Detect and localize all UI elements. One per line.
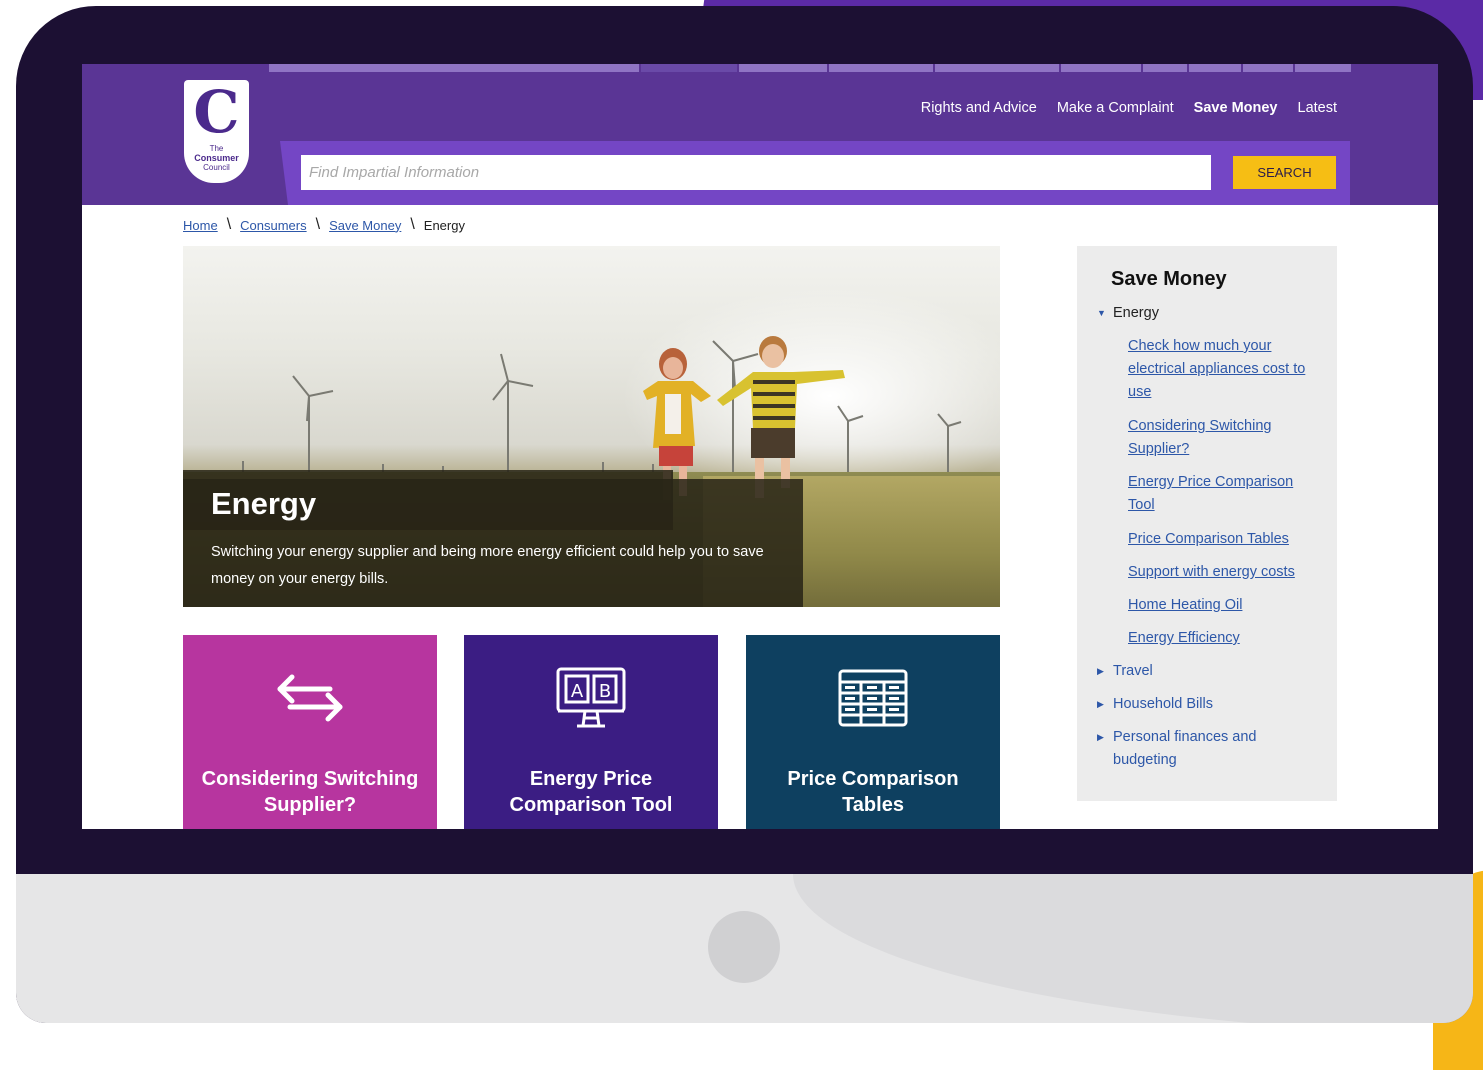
tile-label: Considering Switching Supplier? <box>201 768 419 816</box>
sidebar-link-home-heating-oil[interactable]: Home Heating Oil <box>1128 594 1318 617</box>
triangle-down-icon: ▼ <box>1097 308 1106 318</box>
sidebar-link-appliance-costs[interactable]: Check how much your electrical appliance… <box>1128 335 1318 404</box>
tile-considering-switching-supplier[interactable]: Considering Switching Supplier? <box>183 635 437 829</box>
logo-text-consumer: Consumer <box>194 153 239 163</box>
breadcrumb-separator: \ <box>315 216 321 233</box>
sidebar-link-support-energy-costs[interactable]: Support with energy costs <box>1128 561 1318 584</box>
breadcrumb-separator: \ <box>226 216 232 233</box>
svg-text:A: A <box>571 681 584 702</box>
sidebar-link-price-comparison-tables[interactable]: Price Comparison Tables <box>1128 528 1318 551</box>
tile-label: Energy Price Comparison Tool <box>509 768 673 816</box>
sidebar-section-personal-finances[interactable]: ▶ Personal finances and budgeting <box>1097 726 1297 772</box>
top-utility-strip <box>269 64 1353 72</box>
triangle-right-icon: ▶ <box>1097 732 1104 742</box>
breadcrumb-home[interactable]: Home <box>183 218 218 233</box>
arrows-swap-icon <box>183 663 437 733</box>
sidebar-link-energy-efficiency[interactable]: Energy Efficiency <box>1128 627 1318 650</box>
sidebar-section-label: Travel <box>1113 663 1153 679</box>
table-icon <box>746 663 1000 733</box>
search-button[interactable]: SEARCH <box>1233 156 1336 189</box>
nav-make-a-complaint[interactable]: Make a Complaint <box>1057 100 1174 116</box>
sidebar-section-label: Energy <box>1113 305 1159 321</box>
breadcrumb-separator: \ <box>410 216 415 233</box>
svg-text:B: B <box>599 681 611 702</box>
sidebar-link-price-comparison-tool[interactable]: Energy Price Comparison Tool <box>1128 471 1318 517</box>
breadcrumb: Home \ Consumers \ Save Money \ Energy <box>183 216 465 234</box>
consumer-council-logo[interactable]: C The Consumer Council <box>184 80 249 183</box>
browser-screen: C The Consumer Council Rights and Advice… <box>82 64 1438 829</box>
breadcrumb-save-money[interactable]: Save Money <box>329 218 401 233</box>
sidebar-save-money: Save Money ▼ Energy Check how much your … <box>1077 246 1337 801</box>
sidebar-section-label: Personal finances and budgeting <box>1113 729 1257 768</box>
triangle-right-icon: ▶ <box>1097 666 1104 676</box>
sidebar-link-switching-supplier[interactable]: Considering Switching Supplier? <box>1128 415 1318 461</box>
sidebar-title: Save Money <box>1111 268 1227 290</box>
nav-latest[interactable]: Latest <box>1298 100 1338 116</box>
breadcrumb-current: Energy <box>423 217 465 233</box>
monitor-frame: C The Consumer Council Rights and Advice… <box>16 6 1473 1023</box>
triangle-right-icon: ▶ <box>1097 699 1104 709</box>
nav-rights-and-advice[interactable]: Rights and Advice <box>921 100 1037 116</box>
breadcrumb-consumers[interactable]: Consumers <box>240 218 306 233</box>
hero-title: Energy <box>211 486 317 521</box>
sidebar-section-label: Household Bills <box>1113 696 1213 712</box>
tile-energy-price-comparison-tool[interactable]: A B Energy Price Comparison Tool <box>464 635 718 829</box>
sidebar-section-travel[interactable]: ▶ Travel <box>1097 660 1153 683</box>
nav-save-money[interactable]: Save Money <box>1194 100 1278 116</box>
site-header: C The Consumer Council Rights and Advice… <box>82 64 1438 205</box>
logo-c-mark: C <box>193 78 240 146</box>
hero-description: Switching your energy supplier and being… <box>211 544 764 587</box>
logo-text-council: Council <box>203 163 230 172</box>
hero-banner: Energy Switching your energy supplier an… <box>183 246 1000 607</box>
search-input[interactable] <box>301 155 1211 190</box>
tile-price-comparison-tables[interactable]: Price Comparison Tables <box>746 635 1000 829</box>
tile-label: Price Comparison Tables <box>787 768 959 816</box>
sidebar-section-energy[interactable]: ▼ Energy <box>1097 302 1159 325</box>
main-navigation: Rights and Advice Make a Complaint Save … <box>921 100 1337 116</box>
monitor-button <box>708 911 780 983</box>
ab-comparison-icon: A B <box>464 663 718 733</box>
sidebar-section-household-bills[interactable]: ▶ Household Bills <box>1097 693 1213 716</box>
